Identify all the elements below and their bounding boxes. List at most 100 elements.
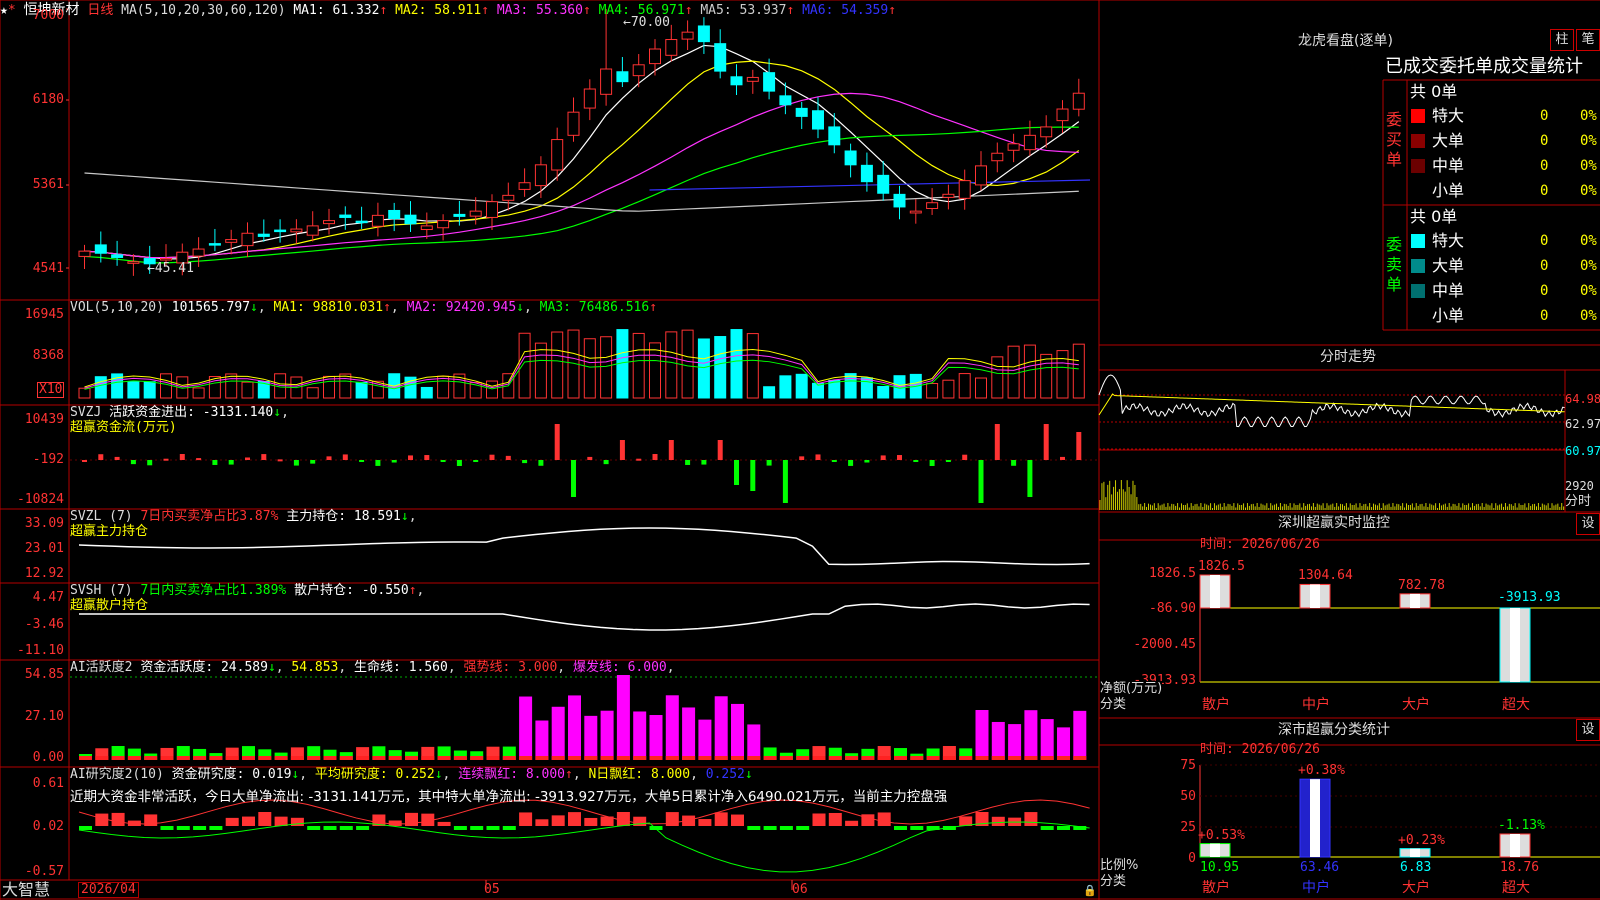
- svsh-pct: 7日内买卖净占比1.389%: [140, 583, 287, 598]
- ai2-bar: [274, 816, 288, 826]
- ai1-base-bar: [388, 756, 402, 760]
- monitor-bar[interactable]: [1399, 593, 1431, 609]
- vol-bar-down: [779, 375, 792, 399]
- lhb-tabs[interactable]: 已成交委托单成交量统计: [1385, 55, 1600, 79]
- vol-bar-down: [127, 381, 140, 399]
- ai2-bar: [79, 826, 92, 830]
- classify-bar[interactable]: [1299, 778, 1331, 858]
- monitor-bar[interactable]: [1199, 574, 1231, 609]
- ai1-bar: [665, 695, 679, 760]
- svzj-title: SVZJ: [70, 405, 102, 420]
- lhb-pen-button[interactable]: 笔: [1576, 29, 1600, 51]
- flow-bar: [945, 460, 951, 462]
- pin-icon[interactable]: *: [8, 3, 16, 18]
- classify-bar[interactable]: [1399, 848, 1431, 858]
- candle-up: [926, 202, 939, 209]
- app-logo[interactable]: 大智慧: [2, 880, 50, 900]
- candle-down: [877, 174, 890, 194]
- ai1-base-bar: [323, 756, 337, 760]
- lhb-row-name: 小单: [1432, 306, 1465, 325]
- ai1-y-tick-1: 27.10: [24, 709, 64, 724]
- lhb-row-name: 中单: [1432, 156, 1465, 175]
- candle-up: [486, 201, 498, 218]
- ai1-y-tick-0: 54.85: [24, 667, 64, 682]
- vol-bar-up: [1072, 343, 1085, 399]
- monitor-bar[interactable]: [1299, 583, 1331, 609]
- flow-bar: [864, 460, 870, 463]
- vol-bar-down: [860, 377, 873, 399]
- flow-bar: [831, 460, 837, 462]
- ai2-bar: [812, 813, 826, 826]
- classify-bar-value: 18.76: [1500, 860, 1540, 875]
- lhb-row-count: 0: [1540, 233, 1549, 249]
- chart-canvas[interactable]: [0, 0, 1600, 900]
- ma5-arrow: ↑: [786, 3, 795, 18]
- classify-bar[interactable]: [1499, 833, 1531, 858]
- monitor-bar[interactable]: [1499, 607, 1531, 683]
- svzj-value: 活跃资金进出: -3131.140: [109, 405, 274, 420]
- candle-up: [192, 248, 205, 257]
- vol-bar-up: [241, 381, 254, 399]
- ai2-bar: [470, 826, 484, 830]
- ai2-bar: [258, 812, 272, 826]
- star-icon[interactable]: ★: [0, 3, 8, 18]
- candle-up: [1023, 134, 1036, 151]
- vol-bar-down: [714, 336, 727, 399]
- svzl-arrow: ↓: [400, 509, 409, 524]
- ai2-bar: [242, 816, 255, 826]
- vol-bar-up: [78, 387, 91, 399]
- monitor-bar-value: -3913.93: [1498, 590, 1561, 605]
- fenshi-vol-max: 2920: [1565, 479, 1594, 493]
- classify-bar[interactable]: [1199, 843, 1231, 858]
- candle-up: [160, 258, 172, 261]
- ai1-base-bar: [437, 756, 451, 760]
- monitor-settings-button[interactable]: 设: [1576, 513, 1600, 535]
- ai1-lifeline: 生命线: 1.560: [354, 660, 448, 675]
- period-label[interactable]: 日线: [87, 3, 113, 18]
- ai1-base-bar: [942, 756, 956, 760]
- vol-bar-up: [632, 332, 645, 399]
- flow-bar: [114, 456, 120, 460]
- flow-bar: [147, 460, 153, 466]
- classify-bar-value: 6.83: [1400, 860, 1432, 875]
- vol-bar-up: [551, 331, 564, 399]
- lock-icon[interactable]: 🔒: [1083, 883, 1097, 899]
- flow-bar: [245, 457, 250, 460]
- lhb-color-box: [1411, 259, 1425, 273]
- main-y-tick-2: 5361: [32, 177, 64, 192]
- ai2-bar: [535, 819, 549, 826]
- vol-y-tick-0: 16945: [24, 307, 64, 322]
- candle-up: [290, 228, 303, 233]
- ma4-arrow: ↑: [684, 3, 693, 18]
- classify-bar-name: 大户: [1402, 880, 1430, 896]
- ai1-bar: [698, 719, 712, 760]
- sell-side-label: 委卖单: [1386, 235, 1403, 294]
- candle-down: [355, 220, 368, 224]
- fenshi-price-high: 64.98: [1565, 392, 1600, 406]
- flow-bar: [1043, 424, 1049, 460]
- month-label-06: 06: [792, 882, 808, 897]
- buy-side-label: 委买单: [1386, 110, 1403, 169]
- svzj-header: SVZJ 活跃资金进出: -3131.140↓,: [70, 405, 289, 420]
- candle-down: [388, 209, 401, 220]
- ai1-base-bar: [1024, 756, 1038, 760]
- lhb-row-pct: 0%: [1580, 183, 1597, 199]
- svzl-y-tick-0: 33.09: [24, 516, 64, 531]
- ai2-v5-arrow: ↓: [744, 767, 753, 782]
- monitor-title: 深圳超赢实时监控: [1278, 515, 1390, 531]
- vol-x10-badge[interactable]: X10: [37, 382, 65, 398]
- ai1-y-tick-2: 0.00: [32, 750, 64, 765]
- flow-bar: [782, 460, 788, 503]
- vol-bar-up: [437, 375, 450, 399]
- vol-bar-up: [160, 373, 172, 399]
- fenshi-price-low: 60.97: [1565, 444, 1600, 458]
- ai1-base-bar: [144, 756, 158, 760]
- classify-settings-button[interactable]: 设: [1576, 719, 1600, 741]
- candle-up: [127, 261, 140, 264]
- flow-bar: [1076, 432, 1082, 460]
- lhb-bar-button[interactable]: 柱: [1550, 29, 1574, 51]
- candle-up: [665, 39, 678, 56]
- candle-up: [600, 68, 613, 95]
- vol-bar-up: [746, 333, 759, 399]
- candle-up: [991, 152, 1004, 162]
